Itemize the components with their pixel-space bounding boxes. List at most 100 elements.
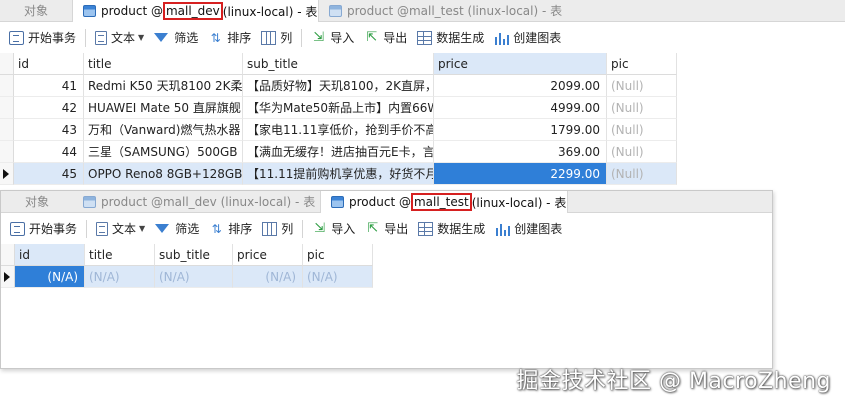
cell-title[interactable]: 万和（Vanward)燃气热水器 xyxy=(84,119,243,141)
data-grid: id title sub_title price pic 41 Redmi K5… xyxy=(0,53,677,185)
cell-price[interactable]: 369.00 xyxy=(434,141,607,163)
table-row[interactable]: 43 万和（Vanward)燃气热水器 【家电11.11享低价，抢到手价不高 1… xyxy=(0,119,677,141)
cell-pic[interactable]: (Null) xyxy=(607,97,677,119)
table-row-selected[interactable]: 45 OPPO Reno8 8GB+128GB 【11.11提前购机享优惠，好货… xyxy=(0,163,677,185)
row-indicator-header xyxy=(0,53,14,75)
table-row-new[interactable]: (N/A) (N/A) (N/A) (N/A) (N/A) xyxy=(1,266,373,288)
data-grid-icon xyxy=(417,30,433,45)
cell-title[interactable]: (N/A) xyxy=(85,266,155,288)
toolbar-divider xyxy=(85,28,87,47)
column-header-pic[interactable]: pic xyxy=(607,53,677,75)
bar-chart-icon xyxy=(494,30,510,45)
create-chart-button[interactable]: 创建图表 xyxy=(490,218,567,240)
row-indicator[interactable] xyxy=(0,75,14,97)
begin-transaction-button[interactable]: 开始事务 xyxy=(4,27,81,49)
row-indicator[interactable] xyxy=(0,141,14,163)
filter-icon xyxy=(155,224,170,233)
db-name-highlight: mall_dev xyxy=(162,2,223,20)
filter-button[interactable]: 筛选 xyxy=(150,218,204,240)
cell-id[interactable]: 41 xyxy=(14,75,84,97)
cell-sub-title[interactable]: 【家电11.11享低价，抢到手价不高 xyxy=(243,119,434,141)
begin-transaction-button[interactable]: 开始事务 xyxy=(5,218,82,240)
transaction-icon xyxy=(10,221,25,236)
cell-sub-title[interactable]: 【11.11提前购机享优惠，好货不月 xyxy=(243,163,434,185)
table-icon xyxy=(329,4,342,17)
column-header-title[interactable]: title xyxy=(85,244,155,266)
cell-price[interactable]: 4999.00 xyxy=(434,97,607,119)
tab-objects[interactable]: 对象 xyxy=(1,191,73,212)
tab-product-mall-test[interactable]: product @mall_test (linux-local) - 表 xyxy=(320,191,568,213)
data-generation-button[interactable]: 数据生成 xyxy=(413,218,490,240)
export-button[interactable]: ⇱ 导出 xyxy=(359,27,412,49)
import-icon: ⇲ xyxy=(314,220,326,236)
cell-price-focused[interactable]: 2299.00 xyxy=(434,163,607,185)
cell-pic[interactable]: (Null) xyxy=(607,141,677,163)
column-header-sub-title[interactable]: sub_title xyxy=(243,53,434,75)
columns-button[interactable]: 列 xyxy=(256,27,297,49)
cell-price[interactable]: 1799.00 xyxy=(434,119,607,141)
sort-button[interactable]: ⇅ 排序 xyxy=(203,27,256,49)
tab-bar: 对象 product @mall_dev (linux-local) - 表 p… xyxy=(0,0,845,22)
bar-chart-icon xyxy=(495,221,511,236)
mall-test-window: 对象 product @mall_dev (linux-local) - 表 p… xyxy=(0,190,773,369)
document-icon xyxy=(95,30,108,45)
data-generation-button[interactable]: 数据生成 xyxy=(412,27,489,49)
table-icon xyxy=(83,5,96,17)
cell-sub-title[interactable]: 【品质好物】天玑8100，2K直屏， xyxy=(243,75,434,97)
grid-header: id title sub_title price pic xyxy=(0,53,677,75)
column-header-sub-title[interactable]: sub_title xyxy=(155,244,233,266)
cell-id[interactable]: 44 xyxy=(14,141,84,163)
row-indicator[interactable] xyxy=(0,119,14,141)
columns-button[interactable]: 列 xyxy=(257,218,298,240)
tab-product-mall-test[interactable]: product @mall_test (linux-local) - 表 xyxy=(319,0,567,21)
row-indicator[interactable] xyxy=(0,163,14,185)
column-header-price[interactable]: price xyxy=(233,244,303,266)
toolbar: 开始事务 文本 ▼ 筛选 ⇅ 排序 列 ⇲ 导入 ⇱ 导出 数据生成 创建图表 xyxy=(1,213,772,244)
column-header-price[interactable]: price xyxy=(434,53,607,75)
row-indicator[interactable] xyxy=(1,266,15,288)
export-button[interactable]: ⇱ 导出 xyxy=(360,218,413,240)
cell-pic[interactable]: (N/A) xyxy=(303,266,373,288)
import-button[interactable]: ⇲ 导入 xyxy=(307,218,360,240)
import-button[interactable]: ⇲ 导入 xyxy=(306,27,359,49)
cell-price[interactable]: (N/A) xyxy=(233,266,303,288)
text-button[interactable]: 文本 ▼ xyxy=(91,218,150,240)
table-row[interactable]: 41 Redmi K50 天玑8100 2K柔 【品质好物】天玑8100，2K直… xyxy=(0,75,677,97)
cell-pic[interactable]: (Null) xyxy=(607,75,677,97)
cell-sub-title[interactable]: (N/A) xyxy=(155,266,233,288)
cell-title[interactable]: Redmi K50 天玑8100 2K柔 xyxy=(84,75,243,97)
cell-id[interactable]: 43 xyxy=(14,119,84,141)
create-chart-button[interactable]: 创建图表 xyxy=(489,27,566,49)
cell-title[interactable]: OPPO Reno8 8GB+128GB xyxy=(84,163,243,185)
row-indicator[interactable] xyxy=(0,97,14,119)
data-grid-icon xyxy=(418,221,434,236)
cell-title[interactable]: 三星（SAMSUNG）500GB xyxy=(84,141,243,163)
tab-bar: 对象 product @mall_dev (linux-local) - 表 p… xyxy=(1,191,772,213)
column-header-title[interactable]: title xyxy=(84,53,243,75)
cell-sub-title[interactable]: 【满血无缓存！进店抽百元E卡，言 xyxy=(243,141,434,163)
tab-product-mall-dev[interactable]: product @mall_dev (linux-local) - 表 xyxy=(73,191,320,212)
tab-product-mall-dev[interactable]: product @mall_dev (linux-local) - 表 xyxy=(72,0,319,22)
cell-pic[interactable]: (Null) xyxy=(607,163,677,185)
cell-pic[interactable]: (Null) xyxy=(607,119,677,141)
toolbar-divider xyxy=(302,219,304,238)
filter-button[interactable]: 筛选 xyxy=(149,27,203,49)
cell-id[interactable]: 42 xyxy=(14,97,84,119)
table-icon xyxy=(83,195,96,208)
column-header-id[interactable]: id xyxy=(14,53,84,75)
tab-objects[interactable]: 对象 xyxy=(0,0,72,21)
column-header-id[interactable]: id xyxy=(15,244,85,266)
table-row[interactable]: 42 HUAWEI Mate 50 直屏旗舰 【华为Mate50新品上市】内置6… xyxy=(0,97,677,119)
column-header-pic[interactable]: pic xyxy=(303,244,373,266)
table-row[interactable]: 44 三星（SAMSUNG）500GB 【满血无缓存！进店抽百元E卡，言 369… xyxy=(0,141,677,163)
cell-id[interactable]: 45 xyxy=(14,163,84,185)
cell-sub-title[interactable]: 【华为Mate50新品上市】内置66W xyxy=(243,97,434,119)
sort-button[interactable]: ⇅ 排序 xyxy=(204,218,257,240)
cell-id-focused[interactable]: (N/A) xyxy=(15,266,85,288)
text-button[interactable]: 文本 ▼ xyxy=(90,27,149,49)
export-icon: ⇱ xyxy=(367,220,379,236)
columns-icon xyxy=(262,221,278,236)
cell-price[interactable]: 2099.00 xyxy=(434,75,607,97)
toolbar: 开始事务 文本 ▼ 筛选 ⇅ 排序 列 ⇲ 导入 ⇱ 导出 数据生成 创建图表 xyxy=(0,22,845,53)
cell-title[interactable]: HUAWEI Mate 50 直屏旗舰 xyxy=(84,97,243,119)
